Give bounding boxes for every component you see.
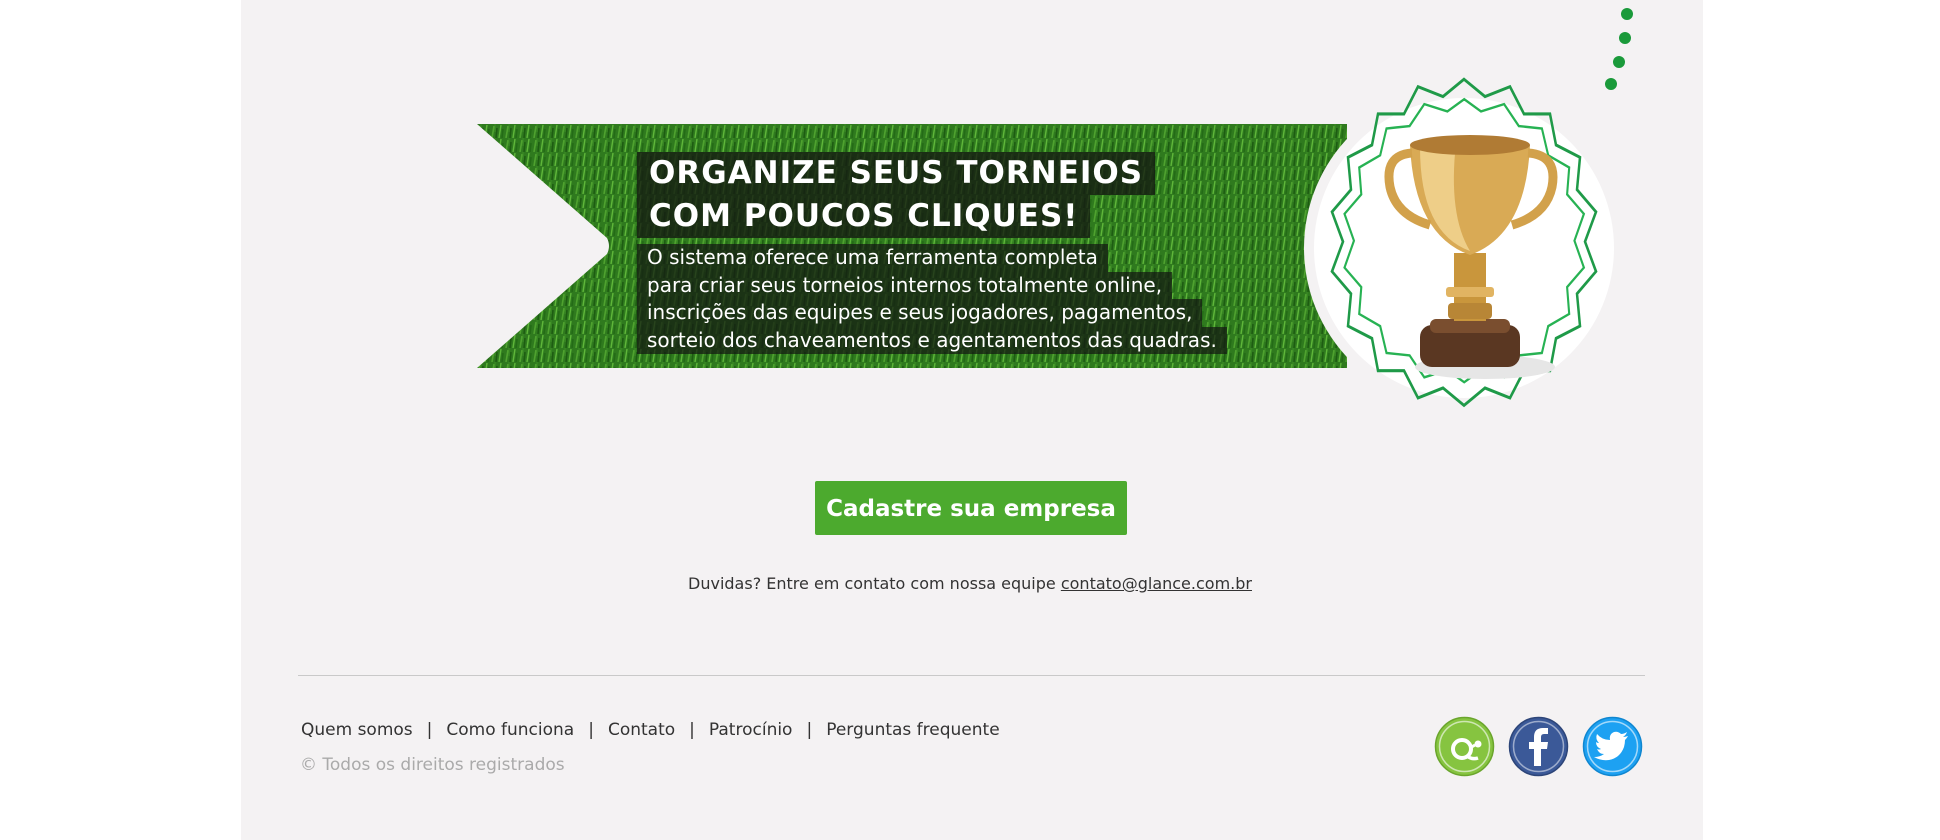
headline-line-1: ORGANIZE SEUS TORNEIOS xyxy=(637,152,1156,195)
footer-link-perguntas[interactable]: Perguntas frequente xyxy=(826,720,999,740)
description-line: para criar seus torneios internos totalm… xyxy=(637,271,1173,299)
description-line: inscrições das equipes e seus jogadores,… xyxy=(637,299,1203,327)
promo-banner: ORGANIZE SEUS TORNEIOS COM POUCOS CLIQUE… xyxy=(477,124,1347,368)
contact-text: Duvidas? Entre em contato com nossa equi… xyxy=(688,574,1056,593)
footer-link-contato[interactable]: Contato xyxy=(608,720,675,740)
separator: | xyxy=(689,720,695,740)
footer-link-quem-somos[interactable]: Quem somos xyxy=(301,720,413,740)
contact-line: Duvidas? Entre em contato com nossa equi… xyxy=(0,574,1940,593)
contact-email-link[interactable]: contato@glance.com.br xyxy=(1061,574,1252,593)
banner-description: O sistema oferece uma ferramenta complet… xyxy=(637,244,1227,354)
twitter-icon[interactable] xyxy=(1582,716,1643,777)
footer-divider xyxy=(298,675,1645,676)
headline-line-2: COM POUCOS CLIQUES! xyxy=(637,195,1091,238)
separator: | xyxy=(426,720,433,740)
separator: | xyxy=(588,720,594,740)
footer-link-como-funciona[interactable]: Como funciona xyxy=(446,720,574,740)
glance-icon[interactable] xyxy=(1434,716,1495,777)
footer-nav: Quem somos | Como funciona | Contato | Patrocí… xyxy=(301,720,1000,740)
description-line: sorteio dos chaveamentos e agentamentos … xyxy=(637,326,1227,354)
register-company-button[interactable]: Cadastre sua empresa xyxy=(815,481,1127,535)
headline-block: ORGANIZE SEUS TORNEIOS COM POUCOS CLIQUE… xyxy=(637,152,1227,354)
copyright: © Todos os direitos registrados xyxy=(300,755,565,775)
facebook-icon[interactable] xyxy=(1508,716,1569,777)
footer-link-patrocinio[interactable]: Patrocínio xyxy=(709,720,793,740)
separator: | xyxy=(806,720,813,740)
description-line: O sistema oferece uma ferramenta complet… xyxy=(637,244,1108,272)
trophy-icon xyxy=(1304,77,1624,408)
